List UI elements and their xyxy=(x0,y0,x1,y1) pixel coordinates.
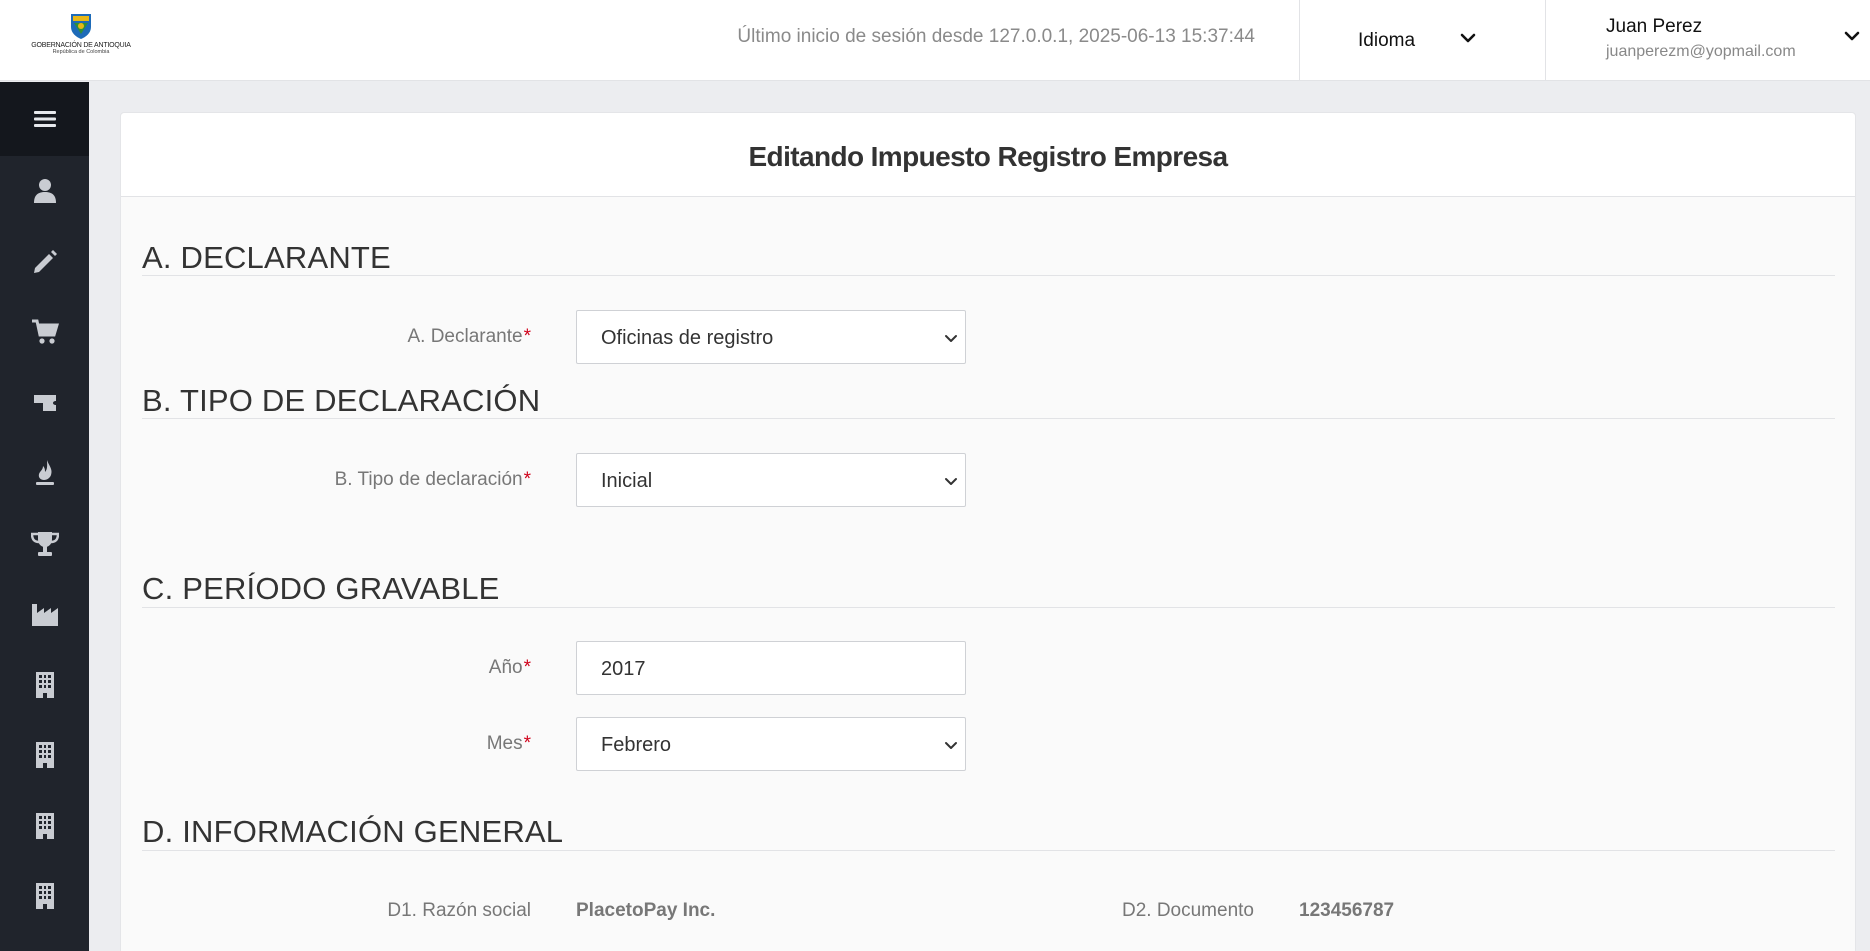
language-label: Idioma xyxy=(1358,30,1416,51)
documento-value: 123456787 xyxy=(1299,900,1395,921)
sidebar-item-building[interactable] xyxy=(0,720,89,791)
gobernacion-logo[interactable]: GOBERNACIÓN DE ANTIOQUIA República de Co… xyxy=(26,12,136,62)
mes-label: Mes* xyxy=(486,733,531,754)
documento-label: D2. Documento xyxy=(1121,900,1254,921)
tipo-declaracion-value: Inicial xyxy=(601,470,653,492)
last-login-text: Último inicio de sesión desde 127.0.0.1,… xyxy=(737,26,1255,47)
sidebar xyxy=(0,82,89,951)
logo-subtitle: República de Colombia xyxy=(52,49,110,55)
sidebar-item-flame[interactable] xyxy=(0,438,89,509)
user-menu[interactable]: Juan Perez juanperezm@yopmail.com xyxy=(1546,0,1870,81)
declarante-value: Oficinas de registro xyxy=(601,327,774,349)
declarante-select[interactable]: Oficinas de registro xyxy=(576,310,966,364)
section-title-informacion-general: D. INFORMACIÓN GENERAL xyxy=(142,814,564,849)
section-divider xyxy=(142,607,1835,608)
form-card: Editando Impuesto Registro Empresa A. DE… xyxy=(120,112,1856,951)
flame-icon xyxy=(35,460,54,486)
declarante-label: A. Declarante* xyxy=(407,326,531,347)
shield-logo-icon xyxy=(71,14,91,39)
trophy-icon xyxy=(30,531,59,556)
tipo-declaracion-select[interactable]: Inicial xyxy=(576,453,966,507)
section-title-periodo-gravable: C. PERÍODO GRAVABLE xyxy=(142,571,500,606)
sidebar-item-trophy[interactable] xyxy=(0,509,89,580)
razon-social-label: D1. Razón social xyxy=(387,900,531,921)
pencil-icon xyxy=(33,249,57,273)
top-bar: GOBERNACIÓN DE ANTIOQUIA República de Co… xyxy=(0,0,1870,81)
sidebar-item-pencil[interactable] xyxy=(0,227,89,298)
language-dropdown[interactable]: Idioma xyxy=(1300,0,1546,81)
sidebar-item-factory[interactable] xyxy=(0,579,89,650)
mes-value: Febrero xyxy=(601,734,672,756)
page-title: Editando Impuesto Registro Empresa xyxy=(748,141,1228,172)
user-icon xyxy=(33,179,56,204)
user-email: juanperezm@yopmail.com xyxy=(1606,43,1796,60)
building-icon xyxy=(35,671,54,698)
sidebar-item-cart[interactable] xyxy=(0,297,89,368)
mes-select[interactable]: Febrero xyxy=(576,717,966,771)
chevron-down-icon xyxy=(1844,28,1860,49)
section-divider xyxy=(142,418,1835,419)
chevron-down-icon xyxy=(943,737,959,758)
chevron-down-icon xyxy=(943,473,959,494)
razon-social-value: PlacetoPay Inc. xyxy=(576,900,716,921)
building-icon xyxy=(35,812,54,839)
section-title-declarante: A. DECLARANTE xyxy=(142,240,391,275)
section-divider xyxy=(142,275,1835,276)
building-icon xyxy=(35,742,54,769)
anio-input[interactable]: 2017 xyxy=(576,641,966,695)
logo-title: GOBERNACIÓN DE ANTIOQUIA xyxy=(31,42,131,49)
menu-toggle-button[interactable] xyxy=(0,82,89,156)
section-divider xyxy=(142,850,1835,851)
cart-icon xyxy=(31,319,59,344)
sidebar-item-building[interactable] xyxy=(0,791,89,862)
user-name: Juan Perez xyxy=(1606,16,1703,37)
sidebar-item-building[interactable] xyxy=(0,861,89,932)
section-title-tipo-declaracion: B. TIPO DE DECLARACIÓN xyxy=(142,383,541,418)
sidebar-item-user[interactable] xyxy=(0,156,89,227)
sidebar-item-ticket[interactable] xyxy=(0,368,89,439)
building-icon xyxy=(35,883,54,910)
sidebar-item-building[interactable] xyxy=(0,650,89,721)
hamburger-icon xyxy=(33,111,56,127)
tipo-declaracion-label: B. Tipo de declaración* xyxy=(334,469,531,490)
chevron-down-icon xyxy=(1460,30,1476,51)
card-header: Editando Impuesto Registro Empresa xyxy=(121,113,1855,197)
factory-icon xyxy=(31,604,58,627)
anio-value: 2017 xyxy=(601,658,646,680)
anio-label: Año* xyxy=(488,657,531,678)
chevron-down-icon xyxy=(943,330,959,351)
ticket-icon xyxy=(33,394,56,411)
